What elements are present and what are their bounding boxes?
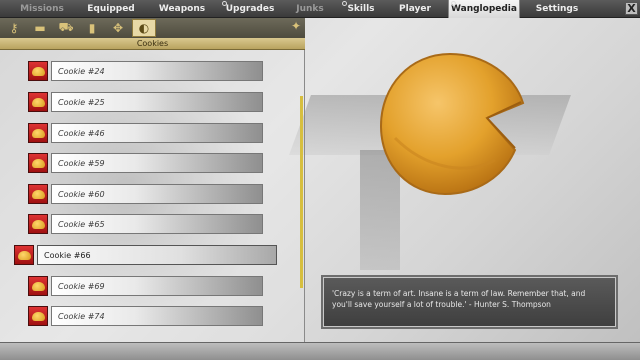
quote-box: 'Crazy is a term of art. Insane is a ter… bbox=[323, 277, 616, 327]
fortune-cookie-icon bbox=[28, 123, 48, 143]
gun-icon[interactable]: ▬ bbox=[28, 19, 52, 37]
tab-wanglopedia[interactable]: Wanglopedia bbox=[448, 0, 520, 18]
fortune-cookie-icon bbox=[28, 92, 48, 112]
fortune-cookie-icon bbox=[28, 306, 48, 326]
quote-text: 'Crazy is a term of art. Insane is a ter… bbox=[332, 289, 586, 309]
key-icon[interactable]: ⚷ bbox=[2, 19, 26, 37]
main-menu-bar: Missions Equipped Weapons Upgrades Junks Skil… bbox=[0, 0, 640, 18]
list-item[interactable]: Cookie #66 bbox=[14, 244, 277, 266]
list-item-label: Cookie #25 bbox=[51, 92, 263, 112]
tab-equipped[interactable]: Equipped bbox=[78, 0, 144, 18]
notification-dot-icon bbox=[342, 0, 347, 6]
tab-weapons[interactable]: Weapons bbox=[144, 0, 220, 18]
tab-label: Junks bbox=[296, 3, 324, 14]
list-item-label: Cookie #69 bbox=[51, 276, 263, 296]
tab-label: Weapons bbox=[158, 3, 206, 14]
list-item-label: Cookie #74 bbox=[51, 306, 263, 326]
extra-icon[interactable]: ✦ bbox=[291, 19, 301, 33]
tab-junks[interactable]: Junks bbox=[280, 0, 340, 18]
tab-label: Settings bbox=[535, 3, 579, 14]
list-item[interactable]: Cookie #60 bbox=[28, 183, 263, 205]
gear-icon[interactable]: ✥ bbox=[106, 19, 130, 37]
vehicle-icon[interactable]: ⛟ bbox=[54, 19, 78, 37]
section-title: Cookies bbox=[0, 38, 305, 50]
list-item[interactable]: Cookie #46 bbox=[28, 122, 263, 144]
fortune-cookie-icon bbox=[28, 214, 48, 234]
tab-label: Player bbox=[399, 3, 431, 14]
tab-skills[interactable]: Skills bbox=[340, 0, 382, 18]
tab-label: Wanglopedia bbox=[451, 3, 517, 14]
tab-label: Missions bbox=[20, 3, 64, 14]
list-item-label: Cookie #46 bbox=[51, 123, 263, 143]
notification-dot-icon bbox=[451, 0, 456, 6]
list-item[interactable]: Cookie #25 bbox=[28, 91, 263, 113]
list-item-label: Cookie #60 bbox=[51, 184, 263, 204]
book-icon[interactable]: ▮ bbox=[80, 19, 104, 37]
tab-label: Skills bbox=[347, 3, 375, 14]
fortune-cookie-image bbox=[379, 52, 525, 196]
tab-settings[interactable]: Settings bbox=[520, 0, 594, 18]
fortune-cookie-icon bbox=[28, 153, 48, 173]
list-item[interactable]: Cookie #65 bbox=[28, 213, 263, 235]
close-button[interactable]: X bbox=[625, 2, 638, 15]
list-item-label: Cookie #59 bbox=[51, 153, 263, 173]
list-item[interactable]: Cookie #24 bbox=[28, 60, 263, 82]
category-toolbar: ⚷ ▬ ⛟ ▮ ✥ ◐ ✦ bbox=[0, 18, 305, 38]
tab-player[interactable]: Player bbox=[382, 0, 448, 18]
fortune-cookie-icon[interactable]: ◐ bbox=[132, 19, 156, 37]
fortune-cookie-icon bbox=[14, 245, 34, 265]
list-item-label: Cookie #24 bbox=[51, 61, 263, 81]
list-item-label: Cookie #66 bbox=[37, 245, 277, 265]
tab-label: Upgrades bbox=[225, 3, 275, 14]
list-item[interactable]: Cookie #59 bbox=[28, 152, 263, 174]
tab-upgrades[interactable]: Upgrades bbox=[220, 0, 280, 18]
bottom-bar bbox=[0, 342, 640, 360]
tab-label: Equipped bbox=[87, 3, 135, 14]
fortune-cookie-icon bbox=[28, 276, 48, 296]
list-scrollbar[interactable] bbox=[300, 96, 303, 288]
list-item[interactable]: Cookie #69 bbox=[28, 275, 263, 297]
notification-dot-icon bbox=[222, 0, 227, 6]
list-item[interactable]: Cookie #74 bbox=[28, 305, 263, 327]
list-item-label: Cookie #65 bbox=[51, 214, 263, 234]
tab-missions[interactable]: Missions bbox=[6, 0, 78, 18]
fortune-cookie-icon bbox=[28, 61, 48, 81]
fortune-cookie-icon bbox=[28, 184, 48, 204]
